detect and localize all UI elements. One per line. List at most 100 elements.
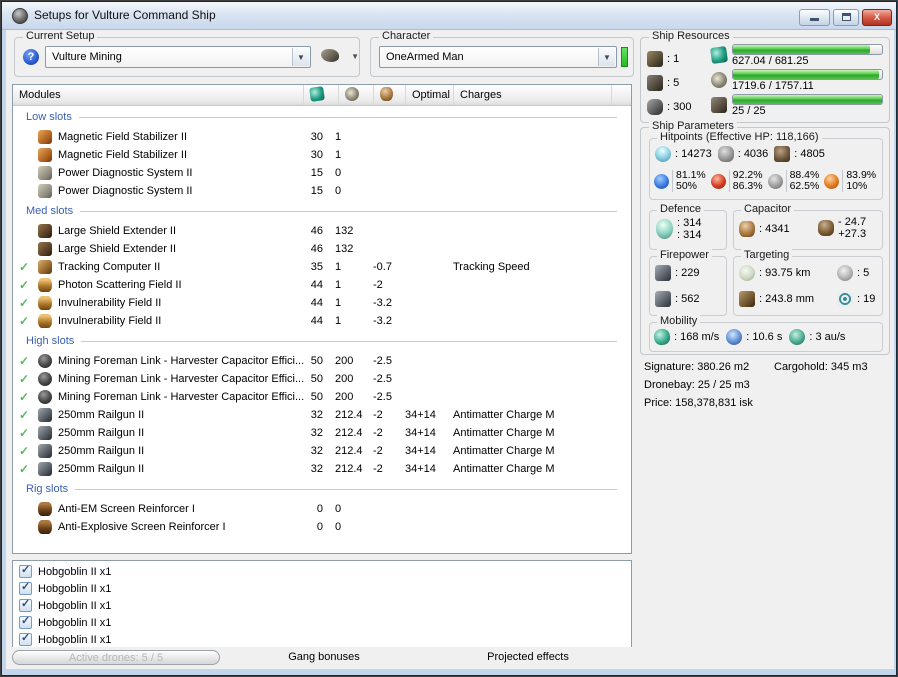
shield-hp-icon bbox=[655, 146, 671, 162]
dronebay-bar bbox=[732, 94, 883, 105]
capacitor-icon bbox=[380, 87, 393, 101]
module-row[interactable]: Anti-Explosive Screen Reinforcer I 00 bbox=[13, 518, 631, 536]
explosive-resist-icon bbox=[824, 173, 840, 189]
targeting-label: Targeting bbox=[741, 249, 793, 261]
module-row[interactable]: ✓ 250mm Railgun II 32 212.4 -2 34+14 Antimatte… bbox=[13, 460, 631, 478]
scan-resolution: : 243.8 mm bbox=[759, 293, 815, 305]
module-powergrid: 1 bbox=[335, 149, 342, 161]
charges-column-header[interactable]: Charges bbox=[453, 85, 611, 105]
kinetic-resist-icon bbox=[767, 173, 783, 189]
module-row[interactable]: ✓ Mining Foreman Link - Harvester Capacit… bbox=[13, 388, 631, 406]
modules-column-header[interactable]: Modules bbox=[19, 85, 61, 105]
powergrid-bar bbox=[732, 69, 883, 80]
module-cpu: 0 bbox=[316, 521, 323, 533]
module-row[interactable]: ✓ 250mm Railgun II 32 212.4 -2 34+14 Antimatte… bbox=[13, 406, 631, 424]
module-row[interactable]: ✓ Invulnerability Field II 44 1 -3.2 bbox=[13, 294, 631, 312]
magnetic-field-stabilizer-icon bbox=[38, 130, 52, 144]
modules-header[interactable]: Modules Optimal Charges bbox=[13, 85, 631, 106]
capacitor-drain: - 24.7 bbox=[838, 216, 867, 228]
module-row[interactable]: Power Diagnostic System II 15 0 bbox=[13, 182, 631, 200]
shield-hp: : 14273 bbox=[675, 148, 712, 160]
module-cpu: 50 bbox=[310, 355, 323, 367]
drone-label: Hobgoblin II x1 bbox=[38, 582, 112, 595]
module-row[interactable]: Power Diagnostic System II 15 0 bbox=[13, 164, 631, 182]
drone-checkbox[interactable] bbox=[19, 614, 32, 629]
capacitor-amount: : 4341 bbox=[759, 223, 790, 235]
minimize-button[interactable] bbox=[799, 9, 830, 26]
module-name: Power Diagnostic System II bbox=[58, 167, 193, 179]
ship-menu-button[interactable]: ▼ bbox=[319, 46, 361, 68]
drones-panel: Hobgoblin II x1 Hobgoblin II x1 Hobgoblin … bbox=[12, 560, 632, 652]
drone-row[interactable]: Hobgoblin II x1 bbox=[13, 563, 631, 580]
module-row[interactable]: ✓ 250mm Railgun II 32 212.4 -2 34+14 Antimatte… bbox=[13, 442, 631, 460]
module-row[interactable]: ✓ Mining Foreman Link - Harvester Capacit… bbox=[13, 370, 631, 388]
module-cpu: 50 bbox=[310, 373, 323, 385]
drone-row[interactable]: Hobgoblin II x1 bbox=[13, 631, 631, 648]
defence-reinforced: : 314 bbox=[677, 217, 702, 229]
module-powergrid: 200 bbox=[335, 355, 354, 367]
module-name: Mining Foreman Link - Harvester Capacito… bbox=[58, 373, 305, 385]
close-button[interactable]: X bbox=[862, 9, 892, 26]
gang-bonuses-label: Gang bonuses bbox=[288, 651, 360, 663]
module-name: Magnetic Field Stabilizer II bbox=[58, 131, 187, 143]
drone-checkbox[interactable] bbox=[19, 580, 32, 595]
module-charge: Tracking Speed bbox=[453, 261, 530, 273]
module-powergrid: 0 bbox=[335, 503, 342, 515]
thermal-resist-icon bbox=[710, 173, 726, 189]
active-drones-bar: Active drones: 5 / 5 bbox=[12, 650, 220, 665]
drone-row[interactable]: Hobgoblin II x1 bbox=[13, 614, 631, 631]
character-select[interactable]: OneArmed Man ▼ bbox=[379, 46, 617, 68]
shield-extender-icon bbox=[38, 224, 52, 238]
module-cpu: 44 bbox=[310, 279, 323, 291]
slot-section-title: Rig slots bbox=[13, 478, 631, 500]
module-cpu: 30 bbox=[310, 131, 323, 143]
targeting-range: : 93.75 km bbox=[759, 267, 811, 279]
module-cap-use: -0.7 bbox=[373, 261, 392, 273]
hitpoints-group: Hitpoints (Effective HP: 118,166) : 1427… bbox=[649, 131, 883, 200]
module-charge: Antimatter Charge M bbox=[453, 463, 555, 475]
module-row[interactable]: Large Shield Extender II 46 132 bbox=[13, 240, 631, 258]
range-icon bbox=[739, 265, 755, 281]
maximize-button[interactable] bbox=[833, 9, 859, 26]
module-row[interactable]: ✓ Photon Scattering Field II 44 1 -2 bbox=[13, 276, 631, 294]
module-row[interactable]: ✓ Invulnerability Field II 44 1 -3.2 bbox=[13, 312, 631, 330]
module-charge: Antimatter Charge M bbox=[453, 427, 555, 439]
drone-row[interactable]: Hobgoblin II x1 bbox=[13, 580, 631, 597]
module-row[interactable]: Anti-EM Screen Reinforcer I 00 bbox=[13, 500, 631, 518]
optimal-column-header[interactable]: Optimal bbox=[405, 85, 453, 105]
chevron-down-icon: ▼ bbox=[598, 48, 615, 66]
drone-checkbox[interactable] bbox=[19, 597, 32, 612]
module-row[interactable]: ✓ Mining Foreman Link - Harvester Capacit… bbox=[13, 352, 631, 370]
module-name: Photon Scattering Field II bbox=[58, 279, 182, 291]
price-value: Price: 158,378,831 isk bbox=[644, 397, 753, 409]
drone-checkbox[interactable] bbox=[19, 563, 32, 578]
module-cpu: 35 bbox=[310, 261, 323, 273]
module-name: Tracking Computer II bbox=[58, 261, 161, 273]
module-row[interactable]: Magnetic Field Stabilizer II 30 1 bbox=[13, 128, 631, 146]
drone-row[interactable]: Hobgoblin II x1 bbox=[13, 597, 631, 614]
module-name: Invulnerability Field II bbox=[58, 297, 162, 309]
drone-checkbox[interactable] bbox=[19, 631, 32, 646]
calibration-count: : 300 bbox=[667, 101, 692, 113]
module-cpu: 44 bbox=[310, 297, 323, 309]
module-optimal: 34+14 bbox=[405, 445, 436, 457]
current-setup-select[interactable]: Vulture Mining ▼ bbox=[45, 46, 311, 68]
warp-speed: : 3 au/s bbox=[809, 331, 846, 343]
active-check-icon: ✓ bbox=[19, 314, 30, 328]
title-bar[interactable]: Setups for Vulture Command Ship X bbox=[2, 2, 896, 30]
module-row[interactable]: Large Shield Extender II 46 132 bbox=[13, 222, 631, 240]
armor-hp-icon bbox=[717, 146, 734, 162]
module-cap-use: -3.2 bbox=[373, 315, 392, 327]
module-row[interactable]: ✓ 250mm Railgun II 32 212.4 -2 34+14 Antimatte… bbox=[13, 424, 631, 442]
calibration-icon bbox=[647, 99, 663, 115]
module-row[interactable]: ✓ Tracking Computer II 35 1 -0.7 Tracking Spe… bbox=[13, 258, 631, 276]
module-cpu: 32 bbox=[310, 445, 323, 457]
current-setup-label: Current Setup bbox=[23, 30, 98, 42]
character-group: Character OneArmed Man ▼ bbox=[370, 30, 634, 77]
tracking-computer-icon bbox=[38, 260, 52, 274]
module-row[interactable]: Magnetic Field Stabilizer II 30 1 bbox=[13, 146, 631, 164]
module-cpu: 32 bbox=[310, 409, 323, 421]
help-icon[interactable]: ? bbox=[23, 49, 39, 65]
module-powergrid: 212.4 bbox=[335, 409, 363, 421]
module-cpu: 32 bbox=[310, 463, 323, 475]
